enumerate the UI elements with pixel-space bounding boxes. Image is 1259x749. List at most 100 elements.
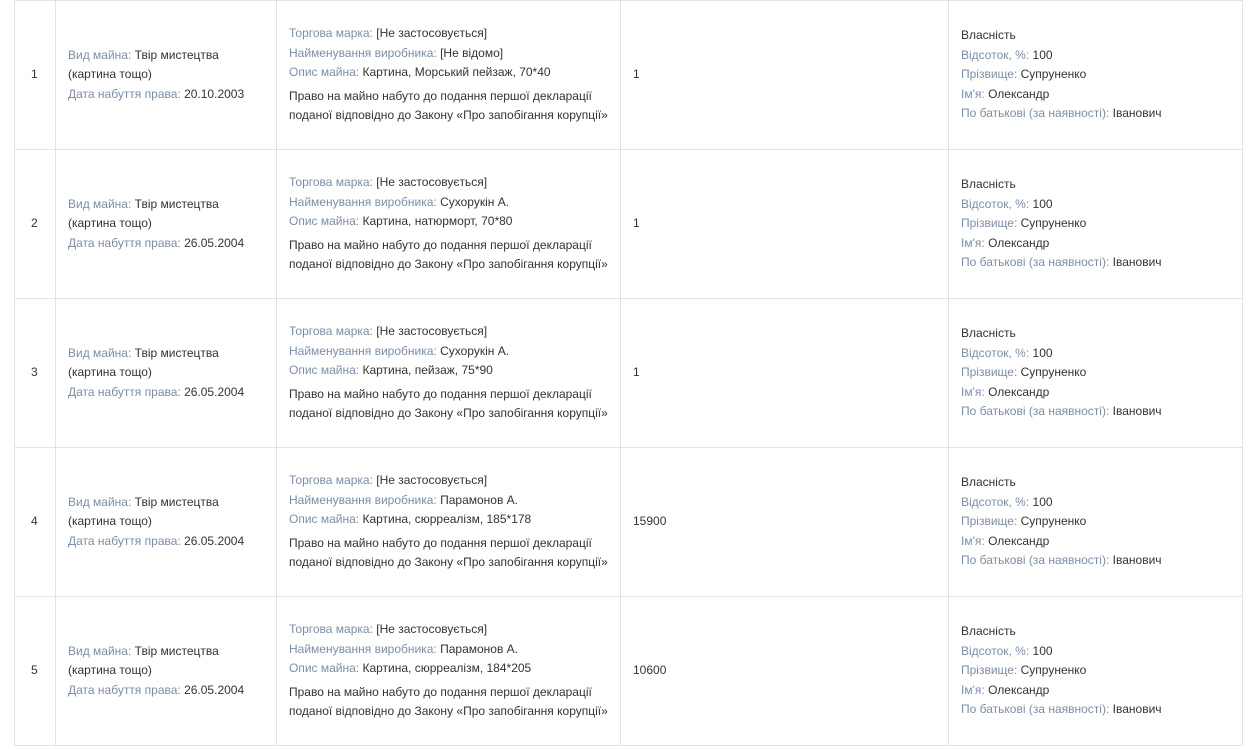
patronymic-value: Іванович (1112, 404, 1162, 419)
description: Опис майна: Картина, пейзаж, 75*90 (289, 361, 608, 381)
property-type-label: Вид майна: (68, 643, 132, 658)
row-number: 3 (14, 298, 56, 448)
owner-name: Ім'я: Олександр (961, 85, 1230, 105)
description-label: Опис майна: (289, 363, 360, 378)
acquisition-note: Право на майно набуто до подання першої … (289, 684, 608, 719)
property-type: Вид майна: Твір мистецтва (картина тощо) (68, 493, 264, 532)
owner-patronymic: По батькові (за наявності): Іванович (961, 402, 1230, 422)
owner-surname: Прізвище: Супруненко (961, 363, 1230, 383)
table-row: 5 Вид майна: Твір мистецтва (картина тощ… (14, 596, 1243, 746)
brand-value: [Не застосовується] (376, 473, 488, 488)
property-table: 1 Вид майна: Твір мистецтва (картина тощ… (14, 0, 1243, 746)
acquisition-date-value: 26.05.2004 (184, 235, 245, 250)
acquisition-note: Право на майно набуто до подання першої … (289, 88, 608, 123)
percent-label: Відсоток, %: (961, 196, 1030, 211)
property-type-label: Вид майна: (68, 494, 132, 509)
acquisition-note: Право на майно набуто до подання першої … (289, 386, 608, 421)
name-value: Олександр (988, 86, 1050, 101)
property-cost-value: 1 (633, 216, 640, 231)
acquisition-date-label: Дата набуття права: (68, 384, 181, 399)
owner-patronymic: По батькові (за наявності): Іванович (961, 104, 1230, 124)
surname-value: Супруненко (1020, 365, 1087, 380)
description-label: Опис майна: (289, 661, 360, 676)
percent-value: 100 (1032, 196, 1053, 211)
description: Опис майна: Картина, сюрреалізм, 184*205 (289, 659, 608, 679)
property-type: Вид майна: Твір мистецтва (картина тощо) (68, 642, 264, 681)
owner-name: Ім'я: Олександр (961, 383, 1230, 403)
owner-name: Ім'я: Олександр (961, 234, 1230, 254)
patronymic-label: По батькові (за наявності): (961, 255, 1110, 270)
property-type: Вид майна: Твір мистецтва (картина тощо) (68, 344, 264, 383)
property-type-cell: Вид майна: Твір мистецтва (картина тощо)… (55, 596, 277, 746)
percent-value: 100 (1032, 494, 1053, 509)
maker-value: Сухорукін А. (440, 343, 510, 358)
ownership-percent: Відсоток, %: 100 (961, 642, 1230, 662)
maker: Найменування виробника: Сухорукін А. (289, 342, 608, 362)
ownership-title: Власність (961, 624, 1016, 639)
surname-label: Прізвище: (961, 514, 1018, 529)
maker: Найменування виробника: [Не відомо] (289, 44, 608, 64)
patronymic-label: По батькові (за наявності): (961, 404, 1110, 419)
acquisition-date: Дата набуття права: 26.05.2004 (68, 532, 264, 552)
ownership-title: Власність (961, 326, 1016, 341)
table-row: 2 Вид майна: Твір мистецтва (картина тощ… (14, 149, 1243, 299)
ownership-title: Власність (961, 177, 1016, 192)
acquisition-date: Дата набуття права: 26.05.2004 (68, 681, 264, 701)
property-cost-cell: 10600 (620, 596, 949, 746)
description-value: Картина, Морський пейзаж, 70*40 (362, 65, 551, 80)
ownership-percent: Відсоток, %: 100 (961, 46, 1230, 66)
brand-value: [Не застосовується] (376, 324, 488, 339)
brand-label: Торгова марка: (289, 622, 373, 637)
row-number: 2 (14, 149, 56, 299)
owner-patronymic: По батькові (за наявності): Іванович (961, 551, 1230, 571)
property-description-cell: Торгова марка: [Не застосовується] Найме… (276, 447, 621, 597)
description-label: Опис майна: (289, 214, 360, 229)
property-cost-cell: 1 (620, 298, 949, 448)
brand-value: [Не застосовується] (376, 175, 488, 190)
acquisition-date-label: Дата набуття права: (68, 533, 181, 548)
maker: Найменування виробника: Сухорукін А. (289, 193, 608, 213)
percent-label: Відсоток, %: (961, 47, 1030, 62)
patronymic-label: По батькові (за наявності): (961, 702, 1110, 717)
description: Опис майна: Картина, натюрморт, 70*80 (289, 212, 608, 232)
percent-label: Відсоток, %: (961, 345, 1030, 360)
owner-patronymic: По батькові (за наявності): Іванович (961, 700, 1230, 720)
name-label: Ім'я: (961, 235, 985, 250)
ownership-title: Власність (961, 28, 1016, 43)
maker-label: Найменування виробника: (289, 194, 437, 209)
acquisition-date-label: Дата набуття права: (68, 682, 181, 697)
surname-label: Прізвище: (961, 663, 1018, 678)
description-value: Картина, натюрморт, 70*80 (362, 214, 513, 229)
property-type-label: Вид майна: (68, 345, 132, 360)
property-description-cell: Торгова марка: [Не застосовується] Найме… (276, 149, 621, 299)
row-number: 1 (14, 0, 56, 150)
acquisition-date-value: 20.10.2003 (184, 86, 245, 101)
surname-value: Супруненко (1020, 514, 1087, 529)
description-label: Опис майна: (289, 65, 360, 80)
property-cost-value: 15900 (633, 514, 667, 529)
surname-value: Супруненко (1020, 663, 1087, 678)
brand-label: Торгова марка: (289, 175, 373, 190)
name-value: Олександр (988, 682, 1050, 697)
acquisition-date: Дата набуття права: 26.05.2004 (68, 234, 264, 254)
name-value: Олександр (988, 533, 1050, 548)
name-label: Ім'я: (961, 682, 985, 697)
brand-label: Торгова марка: (289, 324, 373, 339)
surname-label: Прізвище: (961, 365, 1018, 380)
maker-label: Найменування виробника: (289, 492, 437, 507)
acquisition-date-label: Дата набуття права: (68, 86, 181, 101)
ownership-cell: Власність Відсоток, %: 100 Прізвище: Суп… (948, 298, 1243, 448)
property-cost-cell: 15900 (620, 447, 949, 597)
patronymic-value: Іванович (1112, 553, 1162, 568)
property-type: Вид майна: Твір мистецтва (картина тощо) (68, 195, 264, 234)
description: Опис майна: Картина, Морський пейзаж, 70… (289, 63, 608, 83)
property-cost-cell: 1 (620, 0, 949, 150)
surname-value: Супруненко (1020, 216, 1087, 231)
brand-label: Торгова марка: (289, 26, 373, 41)
description: Опис майна: Картина, сюрреалізм, 185*178 (289, 510, 608, 530)
acquisition-date: Дата набуття права: 20.10.2003 (68, 85, 264, 105)
surname-label: Прізвище: (961, 67, 1018, 82)
property-type-label: Вид майна: (68, 47, 132, 62)
name-value: Олександр (988, 235, 1050, 250)
owner-surname: Прізвище: Супруненко (961, 512, 1230, 532)
